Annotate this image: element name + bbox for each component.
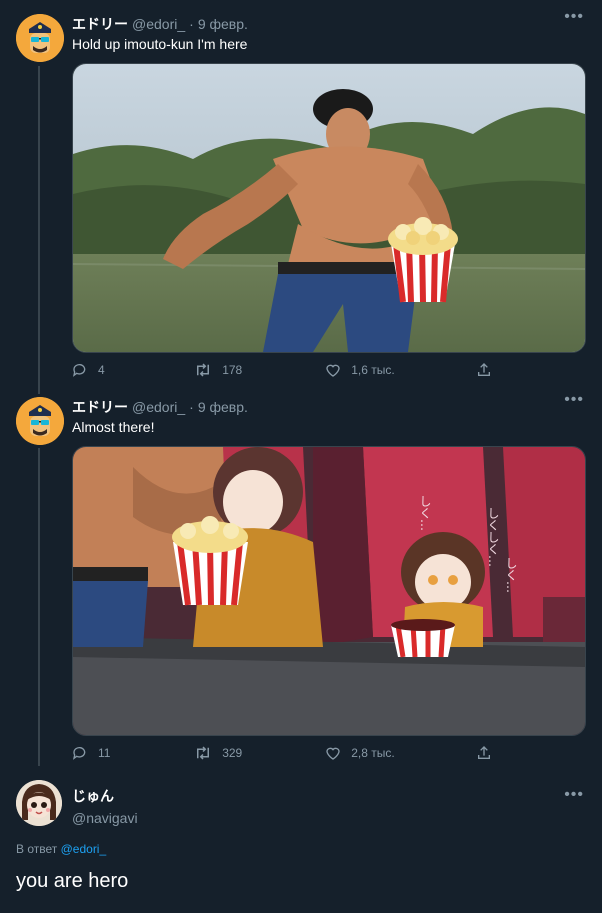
police-avatar-icon xyxy=(16,397,64,445)
reply-text: you are hero xyxy=(16,870,129,892)
user-handle[interactable]: @navigavi xyxy=(72,810,138,826)
like-button[interactable]: 1,6 тыс. xyxy=(325,362,476,378)
tweet-text: Almost there! xyxy=(72,419,155,435)
timestamp[interactable]: 9 февр. xyxy=(198,16,248,32)
sfx-text: しく… xyxy=(418,495,432,531)
tweet[interactable]: エドリー @edori_ · 9 февр. ••• Almost there! xyxy=(0,383,602,775)
avatar[interactable] xyxy=(16,780,62,826)
tweet-image[interactable] xyxy=(72,63,586,353)
police-avatar-icon xyxy=(16,14,64,62)
reply-count: 4 xyxy=(98,363,105,377)
more-options-icon[interactable]: ••• xyxy=(564,8,584,26)
share-button[interactable] xyxy=(476,745,502,761)
reply-button[interactable]: 4 xyxy=(72,362,194,378)
retweet-count: 178 xyxy=(222,363,243,377)
display-name[interactable]: エドリー xyxy=(72,14,128,34)
heart-icon xyxy=(326,364,340,377)
running-man-popcorn-image xyxy=(73,64,585,352)
retweet-button[interactable]: 178 xyxy=(194,362,325,378)
separator: · xyxy=(189,16,194,32)
like-count: 1,6 тыс. xyxy=(351,363,395,377)
tweet-header: エドリー @edori_ · 9 февр. xyxy=(72,397,248,417)
reply-count: 11 xyxy=(98,746,111,760)
timestamp[interactable]: 9 февр. xyxy=(198,399,248,415)
like-button[interactable]: 2,8 тыс. xyxy=(325,745,476,761)
tweet[interactable]: エドリー @edori_ · 9 февр. ••• Hold up imout… xyxy=(0,0,602,392)
avatar[interactable] xyxy=(16,397,64,445)
anime-girl-avatar-icon xyxy=(16,780,62,826)
sfx-text: しく… xyxy=(504,557,518,593)
sfx-text: しくしく… xyxy=(486,507,500,567)
tweet-image[interactable]: しく… しくしく… しく… xyxy=(72,446,586,736)
tweet-actions: 4 178 1,6 тыс. xyxy=(72,362,502,378)
reply-icon xyxy=(73,747,86,760)
display-name[interactable]: じゅん xyxy=(72,786,134,806)
tweet-header: エドリー @edori_ · 9 февр. xyxy=(72,14,248,34)
reply-context: В ответ @edori_ xyxy=(16,842,106,856)
reply-button[interactable]: 11 xyxy=(72,745,194,761)
more-options-icon[interactable]: ••• xyxy=(564,786,584,804)
like-count: 2,8 тыс. xyxy=(351,746,395,760)
share-icon xyxy=(478,746,490,759)
retweet-count: 329 xyxy=(222,746,243,760)
retweet-icon xyxy=(197,363,210,377)
avatar[interactable] xyxy=(16,14,64,62)
retweet-icon xyxy=(197,746,210,760)
more-options-icon[interactable]: ••• xyxy=(564,391,584,409)
cinema-popcorn-image: しく… しくしく… しく… xyxy=(73,447,585,735)
reply-to-prefix: В ответ xyxy=(16,842,58,856)
separator: · xyxy=(189,399,194,415)
user-handle[interactable]: @edori_ xyxy=(132,16,185,32)
share-icon xyxy=(478,363,490,376)
heart-icon xyxy=(326,747,340,760)
reply-user-block: じゅん @navigavi xyxy=(72,786,138,826)
tweet-text: Hold up imouto-kun I'm here xyxy=(72,36,248,52)
reply-icon xyxy=(73,364,86,377)
tweet-actions: 11 329 2,8 тыс. xyxy=(72,745,502,761)
retweet-button[interactable]: 329 xyxy=(194,745,325,761)
display-name[interactable]: エドリー xyxy=(72,397,128,417)
user-handle[interactable]: @edori_ xyxy=(132,399,185,415)
reply-to-user-link[interactable]: @edori_ xyxy=(61,842,107,856)
share-button[interactable] xyxy=(476,362,502,378)
